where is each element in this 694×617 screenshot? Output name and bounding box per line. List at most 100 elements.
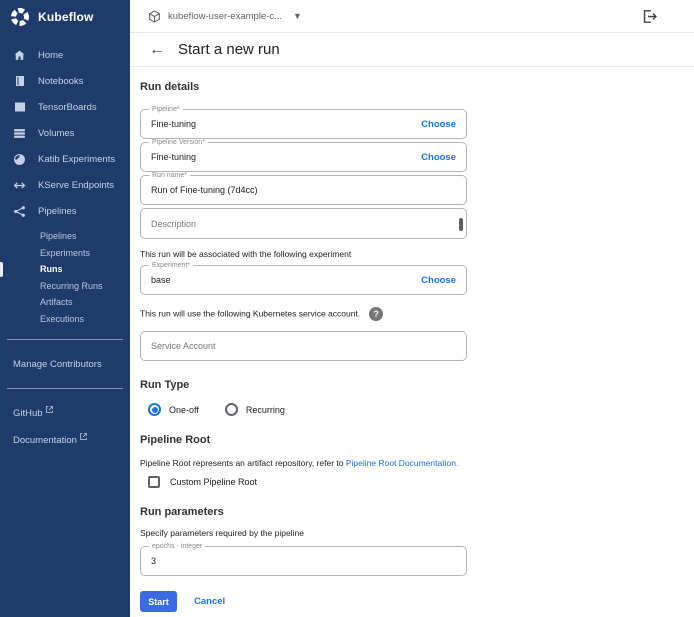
epochs-input[interactable]: [141, 547, 466, 575]
namespace-cube-icon: [148, 10, 161, 23]
page-content: Run details Pipeline* Fine-tuning Choose…: [130, 67, 694, 612]
subitem-label: Recurring Runs: [40, 281, 103, 291]
run-name-field[interactable]: Run name*: [140, 175, 467, 205]
help-icon[interactable]: ?: [369, 307, 383, 321]
sidebar-item-label: Home: [38, 50, 63, 61]
run-name-input[interactable]: [141, 176, 466, 204]
pipelines-icon: [13, 205, 26, 218]
epochs-field[interactable]: epochs - integer: [140, 546, 467, 576]
github-label: GitHub: [13, 408, 43, 419]
subitem-label: Pipelines: [40, 231, 77, 241]
sidebar-item-label: TensorBoards: [38, 102, 97, 113]
sidebar-item-label: Pipelines: [38, 206, 77, 217]
documentation-label: Documentation: [13, 435, 77, 446]
experiment-choose-button[interactable]: Choose: [421, 266, 456, 294]
page-header: ← Start a new run: [130, 33, 694, 67]
custom-pipeline-root-checkbox-row[interactable]: Custom Pipeline Root: [140, 476, 694, 488]
experiment-field-value: base: [141, 266, 406, 294]
sidebar-item-tensorboards[interactable]: TensorBoards: [0, 94, 130, 120]
service-account-field[interactable]: [140, 331, 467, 361]
run-parameters-subtitle: Specify parameters required by the pipel…: [140, 528, 694, 538]
service-account-input[interactable]: [141, 332, 466, 360]
app-window: Kubeflow Home Notebooks TensorBoards: [0, 0, 694, 617]
home-icon: [13, 49, 26, 62]
pipeline-root-description-text: Pipeline Root represents an artifact rep…: [140, 458, 343, 468]
cancel-button[interactable]: Cancel: [194, 596, 225, 607]
radio-selected-icon[interactable]: [148, 403, 161, 416]
sidebar-item-label: Notebooks: [38, 76, 83, 87]
sidebar-link-github[interactable]: GitHub: [0, 401, 130, 425]
pipeline-version-choose-button[interactable]: Choose: [421, 143, 456, 171]
kubeflow-logo-icon: [10, 7, 30, 27]
pipeline-version-field[interactable]: Pipeline Version* Fine-tuning Choose: [140, 142, 467, 172]
tensorboards-icon: [13, 101, 26, 114]
radio-one-off[interactable]: One-off: [148, 403, 199, 416]
service-account-note-text: This run will use the following Kubernet…: [140, 308, 360, 318]
sidebar-item-label: KServe Endpoints: [38, 180, 114, 191]
main-area: kubeflow-user-example-c... ▼ ← Start a n…: [130, 0, 694, 617]
run-parameters-heading: Run parameters: [140, 506, 694, 518]
namespace-selector[interactable]: kubeflow-user-example-c... ▼: [148, 10, 302, 23]
subitem-label: Runs: [40, 264, 63, 274]
sidebar-item-home[interactable]: Home: [0, 42, 130, 68]
subitem-label: Executions: [40, 314, 84, 324]
kserve-icon: [13, 179, 26, 192]
service-account-note: This run will use the following Kubernet…: [140, 307, 694, 321]
chevron-down-icon: ▼: [293, 11, 302, 21]
sidebar-item-kserve-endpoints[interactable]: KServe Endpoints: [0, 172, 130, 198]
kubeflow-logo-row[interactable]: Kubeflow: [0, 0, 130, 34]
custom-pipeline-root-label: Custom Pipeline Root: [170, 477, 257, 487]
run-type-heading: Run Type: [140, 379, 694, 391]
sidebar-nav: Home Notebooks TensorBoards Volumes: [0, 42, 130, 452]
radio-unselected-icon[interactable]: [225, 403, 238, 416]
sidebar-subitem-recurring-runs[interactable]: Recurring Runs: [0, 278, 130, 295]
notebooks-icon: [13, 75, 26, 88]
radio-recurring-label: Recurring: [246, 405, 285, 415]
sidebar: Kubeflow Home Notebooks TensorBoards: [0, 0, 130, 617]
sidebar-subitem-artifacts[interactable]: Artifacts: [0, 294, 130, 311]
namespace-label: kubeflow-user-example-c...: [168, 11, 282, 22]
sidebar-link-documentation[interactable]: Documentation: [0, 428, 130, 452]
action-buttons: Start Cancel: [140, 591, 694, 612]
radio-one-off-label: One-off: [169, 405, 199, 415]
pipeline-field-value: Fine-tuning: [141, 110, 406, 138]
page-title: Start a new run: [178, 41, 280, 58]
external-link-icon: [80, 433, 87, 440]
pipeline-field[interactable]: Pipeline* Fine-tuning Choose: [140, 109, 467, 139]
description-input[interactable]: [141, 209, 466, 238]
epochs-field-label: epochs - integer: [149, 543, 205, 551]
pipeline-root-description: Pipeline Root represents an artifact rep…: [140, 458, 694, 468]
sidebar-item-volumes[interactable]: Volumes: [0, 120, 130, 146]
logout-icon[interactable]: [641, 8, 658, 25]
brand-name: Kubeflow: [38, 10, 94, 24]
pipeline-choose-button[interactable]: Choose: [421, 110, 456, 138]
external-link-icon: [46, 406, 53, 413]
checkbox-unchecked-icon[interactable]: [148, 476, 160, 488]
experiment-note: This run will be associated with the fol…: [140, 249, 694, 259]
run-details-heading: Run details: [140, 81, 694, 93]
sidebar-divider: [7, 339, 123, 340]
sidebar-item-notebooks[interactable]: Notebooks: [0, 68, 130, 94]
sidebar-subitem-executions[interactable]: Executions: [0, 311, 130, 328]
start-button[interactable]: Start: [140, 591, 177, 612]
pipeline-root-doc-link[interactable]: Pipeline Root Documentation.: [346, 458, 458, 468]
pipelines-submenu: Pipelines Experiments Runs Recurring Run…: [0, 228, 130, 327]
run-type-options: One-off Recurring: [140, 403, 694, 416]
sidebar-item-manage-contributors[interactable]: Manage Contributors: [0, 352, 130, 376]
sidebar-item-katib-experiments[interactable]: Katib Experiments: [0, 146, 130, 172]
sidebar-subitem-runs[interactable]: Runs: [0, 261, 130, 278]
manage-contributors-label: Manage Contributors: [13, 359, 102, 370]
sidebar-divider: [7, 388, 123, 389]
sidebar-subitem-pipelines[interactable]: Pipelines: [0, 228, 130, 245]
sidebar-item-label: Volumes: [38, 128, 74, 139]
radio-recurring[interactable]: Recurring: [225, 403, 285, 416]
volumes-icon: [13, 127, 26, 140]
subitem-label: Artifacts: [40, 297, 73, 307]
description-field[interactable]: [140, 208, 467, 239]
sidebar-item-pipelines[interactable]: Pipelines: [0, 198, 130, 224]
sidebar-subitem-experiments[interactable]: Experiments: [0, 245, 130, 262]
experiment-field[interactable]: Experiment* base Choose: [140, 265, 467, 295]
sidebar-item-label: Katib Experiments: [38, 154, 115, 165]
description-resize-handle[interactable]: [459, 218, 463, 231]
back-arrow-icon[interactable]: ←: [149, 42, 165, 58]
